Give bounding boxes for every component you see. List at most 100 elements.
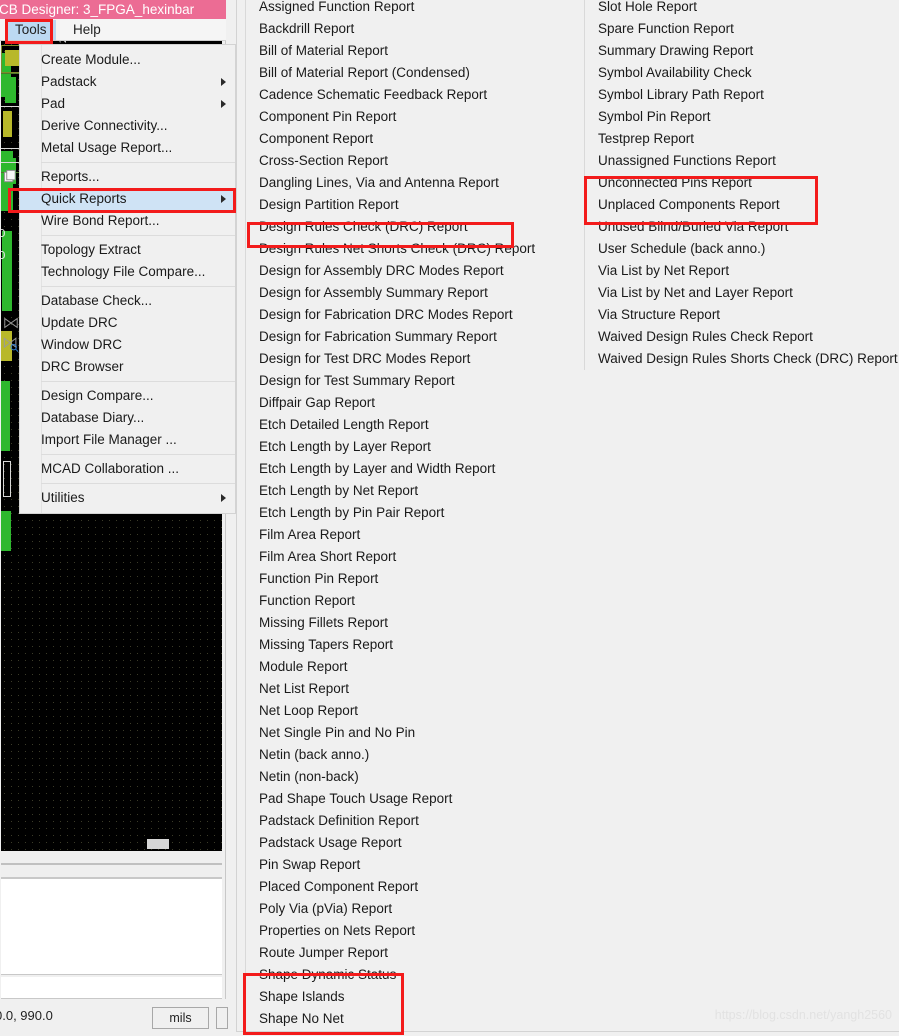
menu-item-design-compare[interactable]: Design Compare... — [20, 385, 235, 407]
menu-item-label: Topology Extract — [41, 242, 141, 257]
menubar-item-tools[interactable]: Tools — [6, 20, 56, 40]
quick-report-item[interactable]: Design for Fabrication Summary Report — [246, 326, 584, 348]
quick-report-item[interactable]: Bill of Material Report (Condensed) — [246, 62, 584, 84]
quick-report-item[interactable]: Testprep Report — [585, 128, 899, 150]
quick-report-item[interactable]: Shape No Net — [246, 1008, 584, 1030]
quick-report-item[interactable]: Function Report — [246, 590, 584, 612]
quick-report-item[interactable]: Design for Assembly Summary Report — [246, 282, 584, 304]
menu-item-technology-file-compare[interactable]: Technology File Compare... — [20, 261, 235, 283]
quick-report-item[interactable]: Film Area Short Report — [246, 546, 584, 568]
quick-report-item[interactable]: Waived Design Rules Shorts Check (DRC) R… — [585, 348, 899, 370]
menu-item-pad[interactable]: Pad — [20, 93, 235, 115]
menu-item-derive-connectivity[interactable]: Derive Connectivity... — [20, 115, 235, 137]
canvas-horizontal-scrollbar[interactable] — [1, 839, 222, 865]
quick-report-item[interactable]: Placed Component Report — [246, 876, 584, 898]
quick-report-item[interactable]: Function Pin Report — [246, 568, 584, 590]
quick-report-item[interactable]: Bill of Material Report — [246, 40, 584, 62]
quick-report-item[interactable]: User Schedule (back anno.) — [585, 238, 899, 260]
pcb-trace — [1, 511, 11, 551]
menu-item-padstack[interactable]: Padstack — [20, 71, 235, 93]
quick-report-item[interactable]: Design for Fabrication DRC Modes Report — [246, 304, 584, 326]
quick-report-item[interactable]: Design Rules Net Shorts Check (DRC) Repo… — [246, 238, 584, 260]
pcb-trace — [1, 381, 10, 451]
quick-report-item[interactable]: Etch Detailed Length Report — [246, 414, 584, 436]
menu-separator — [41, 381, 235, 382]
quick-report-item[interactable]: Unplaced Components Report — [585, 194, 899, 216]
menu-item-utilities[interactable]: Utilities — [20, 487, 235, 509]
quick-report-item[interactable]: Design Rules Check (DRC) Report — [246, 216, 584, 238]
units-button[interactable]: mils — [152, 1007, 209, 1029]
menu-item-drc-browser[interactable]: DRC Browser — [20, 356, 235, 378]
quick-report-item[interactable]: Design for Test Summary Report — [246, 370, 584, 392]
quick-report-item[interactable]: Design for Test DRC Modes Report — [246, 348, 584, 370]
quick-report-item[interactable]: Backdrill Report — [246, 18, 584, 40]
quick-report-item[interactable]: Summary Drawing Report — [585, 40, 899, 62]
menu-item-metal-usage-report[interactable]: Metal Usage Report... — [20, 137, 235, 159]
quick-report-item[interactable]: Netin (back anno.) — [246, 744, 584, 766]
menu-item-mcad-collaboration[interactable]: MCAD Collaboration ... — [20, 458, 235, 480]
quick-report-item[interactable]: Symbol Pin Report — [585, 106, 899, 128]
quick-report-item[interactable]: Net Single Pin and No Pin — [246, 722, 584, 744]
quick-report-item[interactable]: Assigned Function Report — [246, 0, 584, 18]
menu-item-update-drc[interactable]: Update DRC — [4, 312, 235, 334]
quick-report-item[interactable]: Etch Length by Layer and Width Report — [246, 458, 584, 480]
tools-dropdown-menu: Create Module... Padstack Pad Derive Connec… — [3, 44, 236, 514]
menu-item-database-diary[interactable]: Database Diary... — [20, 407, 235, 429]
menu-item-create-module[interactable]: Create Module... — [20, 49, 235, 71]
quick-report-item[interactable]: Cadence Schematic Feedback Report — [246, 84, 584, 106]
quick-report-item[interactable]: Netin (non-back) — [246, 766, 584, 788]
units-extra-button[interactable] — [216, 1007, 228, 1029]
quick-report-item[interactable]: Dangling Lines, Via and Antenna Report — [246, 172, 584, 194]
menu-item-database-check[interactable]: Database Check... — [20, 290, 235, 312]
quick-report-item[interactable]: Missing Fillets Report — [246, 612, 584, 634]
menu-item-wire-bond-report[interactable]: Wire Bond Report... — [20, 210, 235, 232]
quick-report-item[interactable]: Missing Tapers Report — [246, 634, 584, 656]
quick-report-item[interactable]: Unconnected Pins Report — [585, 172, 899, 194]
quick-report-item[interactable]: Via List by Net Report — [585, 260, 899, 282]
quick-report-item[interactable]: Design for Assembly DRC Modes Report — [246, 260, 584, 282]
quick-report-item[interactable]: Net Loop Report — [246, 700, 584, 722]
quick-report-item[interactable]: Poly Via (pVia) Report — [246, 898, 584, 920]
menubar-item-help[interactable]: Help — [64, 20, 110, 40]
menu-item-quick-reports[interactable]: Quick Reports — [20, 188, 235, 210]
menu-item-window-drc[interactable]: Window DRC — [3, 334, 235, 356]
quick-report-item[interactable]: Shape Islands — [246, 986, 584, 1008]
menu-item-label: Wire Bond Report... — [41, 213, 160, 228]
quick-report-item[interactable]: Shape Dynamic Status — [246, 964, 584, 986]
command-log-panel — [1, 878, 222, 975]
quick-report-item[interactable]: Unused Blind/Buried Via Report — [585, 216, 899, 238]
quick-report-item[interactable]: Design Partition Report — [246, 194, 584, 216]
quick-report-item[interactable]: Slot Hole Report — [585, 0, 899, 18]
scrollbar-thumb[interactable] — [147, 839, 169, 849]
menu-item-label: Database Check... — [41, 293, 153, 308]
command-input-line[interactable] — [1, 977, 222, 999]
quick-report-item[interactable]: Spare Function Report — [585, 18, 899, 40]
quick-report-item[interactable]: Pin Swap Report — [246, 854, 584, 876]
quick-report-item[interactable]: Pad Shape Touch Usage Report — [246, 788, 584, 810]
quick-report-item[interactable]: Etch Length by Pin Pair Report — [246, 502, 584, 524]
quick-report-item[interactable]: Cross-Section Report — [246, 150, 584, 172]
quick-report-item[interactable]: Via List by Net and Layer Report — [585, 282, 899, 304]
quick-report-item[interactable]: Symbol Availability Check — [585, 62, 899, 84]
quick-report-item[interactable]: Film Area Report — [246, 524, 584, 546]
quick-reports-column-1: Assigned Function Report Backdrill Report… — [245, 0, 584, 1030]
quick-report-item[interactable]: Module Report — [246, 656, 584, 678]
menu-item-topology-extract[interactable]: Topology Extract — [20, 239, 235, 261]
quick-report-item[interactable]: Diffpair Gap Report — [246, 392, 584, 414]
quick-report-item[interactable]: Net List Report — [246, 678, 584, 700]
menu-item-label: Design Compare... — [41, 388, 154, 403]
quick-report-item[interactable]: Symbol Library Path Report — [585, 84, 899, 106]
menu-item-reports[interactable]: Reports... — [3, 166, 235, 188]
quick-report-item[interactable]: Etch Length by Layer Report — [246, 436, 584, 458]
quick-report-item[interactable]: Component Report — [246, 128, 584, 150]
quick-report-item[interactable]: Via Structure Report — [585, 304, 899, 326]
quick-report-item[interactable]: Waived Design Rules Check Report — [585, 326, 899, 348]
menu-item-import-file-manager[interactable]: Import File Manager ... — [20, 429, 235, 451]
quick-report-item[interactable]: Padstack Usage Report — [246, 832, 584, 854]
quick-report-item[interactable]: Padstack Definition Report — [246, 810, 584, 832]
quick-report-item[interactable]: Properties on Nets Report — [246, 920, 584, 942]
quick-report-item[interactable]: Route Jumper Report — [246, 942, 584, 964]
quick-report-item[interactable]: Unassigned Functions Report — [585, 150, 899, 172]
quick-report-item[interactable]: Etch Length by Net Report — [246, 480, 584, 502]
quick-report-item[interactable]: Component Pin Report — [246, 106, 584, 128]
